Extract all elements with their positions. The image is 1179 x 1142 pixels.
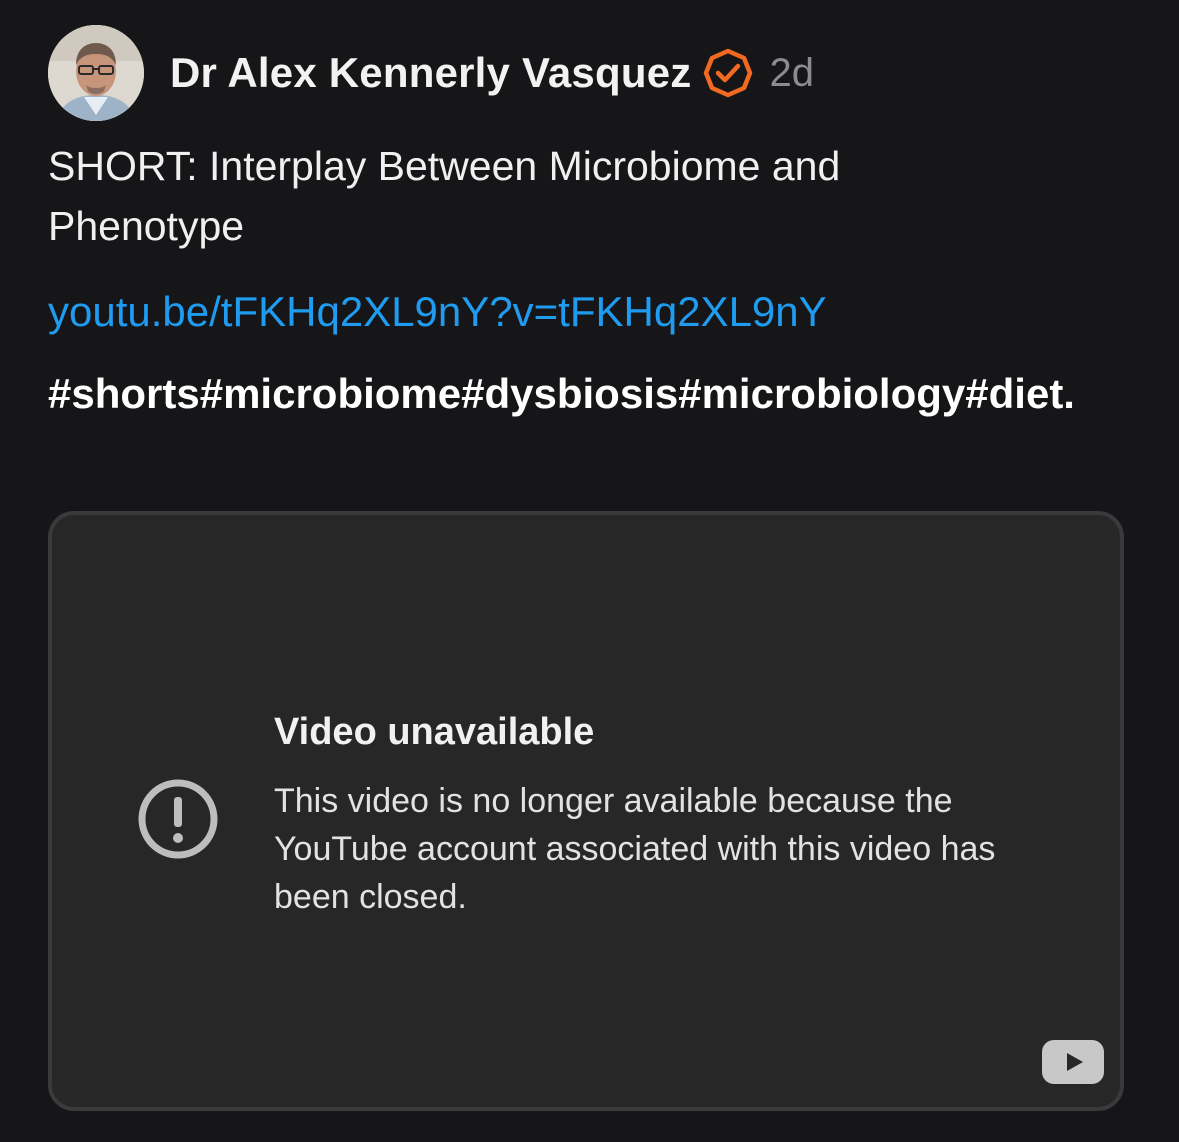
verified-badge-icon — [703, 48, 753, 98]
video-link[interactable]: youtu.be/tFKHq2XL9nY?v=tFKHq2XL9nY — [48, 282, 827, 342]
author-avatar[interactable] — [48, 25, 144, 121]
video-error-title: Video unavailable — [274, 711, 595, 753]
post-title: SHORT: Interplay Between Microbiome and … — [48, 143, 841, 249]
exclamation-circle-icon — [136, 777, 220, 861]
video-embed[interactable]: Video unavailable This video is no longe… — [48, 511, 1124, 1111]
post-timestamp: 2d — [769, 50, 814, 95]
post: Dr Alex Kennerly Vasquez 2d SHORT: Inter… — [0, 0, 1179, 1142]
avatar-photo — [48, 25, 144, 121]
youtube-play-icon[interactable] — [1042, 1040, 1104, 1084]
author-name[interactable]: Dr Alex Kennerly Vasquez — [170, 49, 691, 97]
post-header: Dr Alex Kennerly Vasquez 2d — [48, 24, 814, 122]
post-hashtags[interactable]: #shorts#microbiome#dysbiosis#microbiolog… — [48, 364, 1133, 424]
video-error-message: This video is no longer available becaus… — [274, 782, 996, 916]
